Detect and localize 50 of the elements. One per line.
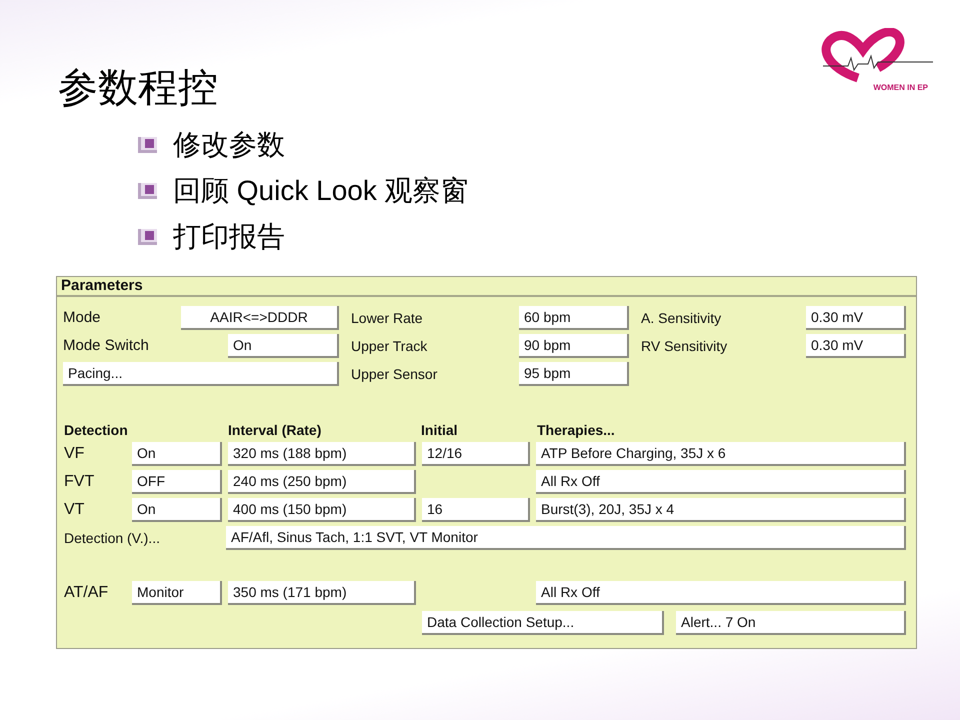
value-field[interactable]: 16 <box>422 498 530 522</box>
therapy-field[interactable]: ATP Before Charging, 35J x 6 <box>536 442 906 466</box>
field-label: Detection (V.)... <box>64 528 161 548</box>
therapy-field[interactable]: All Rx Off <box>536 581 906 605</box>
value-field[interactable]: OFF <box>132 470 222 494</box>
value-field[interactable]: 60 bpm <box>519 306 629 330</box>
alert-button[interactable]: Alert... 7 On <box>676 611 906 635</box>
bullet-icon <box>138 183 157 199</box>
field-label: Lower Rate <box>351 308 424 328</box>
field-label: Initial <box>421 421 459 440</box>
bullet-text: 打印报告 <box>173 220 285 254</box>
value-field[interactable]: 90 bpm <box>519 334 629 358</box>
slide-title: 参数程控 <box>58 65 218 112</box>
field-label: Interval (Rate) <box>228 421 322 440</box>
value-field[interactable]: 95 bpm <box>519 362 629 386</box>
value-field[interactable]: Monitor <box>132 581 222 605</box>
value-field[interactable]: 320 ms (188 bpm) <box>228 442 416 466</box>
value-field[interactable]: On <box>132 442 222 466</box>
therapy-field[interactable]: All Rx Off <box>536 470 906 494</box>
field-label: A. Sensitivity <box>641 308 722 328</box>
field-label: VT <box>64 500 86 520</box>
field-label: RV Sensitivity <box>641 336 728 356</box>
pacing-button[interactable]: Pacing... <box>63 362 339 386</box>
field-label: Mode Switch <box>63 336 150 356</box>
bullet-icon <box>138 137 157 153</box>
bullet-text: 修改参数 <box>173 128 285 162</box>
value-field[interactable]: 350 ms (171 bpm) <box>228 581 416 605</box>
value-field[interactable]: 0.30 mV <box>806 306 906 330</box>
field-label: Upper Sensor <box>351 364 438 384</box>
value-field[interactable]: 400 ms (150 bpm) <box>228 498 416 522</box>
value-field[interactable]: AF/Afl, Sinus Tach, 1:1 SVT, VT Monitor <box>226 526 906 550</box>
field-label: AT/AF <box>64 583 110 603</box>
value-field[interactable]: On <box>228 334 339 358</box>
therapy-field[interactable]: Burst(3), 20J, 35J x 4 <box>536 498 906 522</box>
bullet-icon <box>138 229 157 245</box>
value-field[interactable]: On <box>132 498 222 522</box>
field-label: FVT <box>64 472 96 492</box>
panel-title: Parameters <box>61 276 143 296</box>
field-label: Mode <box>63 308 102 328</box>
value-field[interactable]: AAIR<=>DDDR <box>181 306 339 330</box>
bullet-text: 回顾 Quick Look 观察窗 <box>173 174 469 208</box>
logo-text: WOMEN IN EP <box>873 83 929 93</box>
field-label: VF <box>64 444 86 464</box>
field-label: Upper Track <box>351 336 428 356</box>
field-label: Therapies... <box>537 421 616 440</box>
value-field[interactable]: 0.30 mV <box>806 334 906 358</box>
data-collection-button[interactable]: Data Collection Setup... <box>422 611 664 635</box>
value-field[interactable]: 12/16 <box>422 442 530 466</box>
value-field[interactable]: 240 ms (250 bpm) <box>228 470 416 494</box>
field-label: Detection <box>64 421 129 440</box>
